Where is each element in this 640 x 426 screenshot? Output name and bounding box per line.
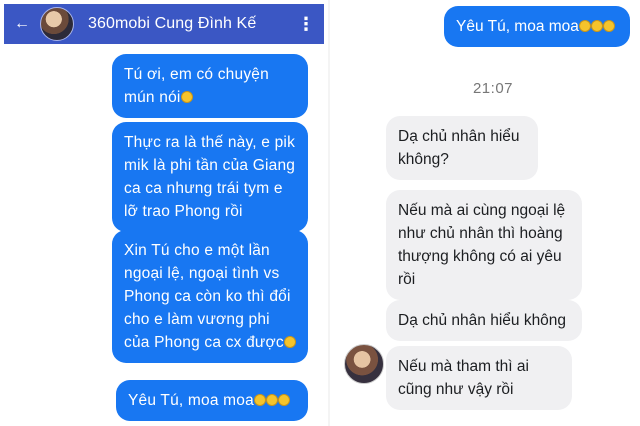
message-bubble[interactable]: Xin Tú cho e một lần ngoại lệ, ngoại tìn…	[112, 230, 308, 363]
chat-header: ← 360mobi Cung Đình Kế ⋮	[4, 4, 324, 44]
message-text: Yêu Tú, moa moa	[128, 392, 254, 409]
message-text: Tú ơi, em có chuyện mún nói	[124, 66, 269, 106]
right-chat-panel: Yêu Tú, moa moa 21:07 Dạ chủ nhân hiểu k…	[330, 0, 640, 426]
message-bubble[interactable]: Dạ chủ nhân hiểu không?	[386, 116, 538, 180]
emoji-icon	[277, 394, 290, 406]
emoji-icon	[265, 394, 278, 406]
avatar[interactable]	[40, 7, 74, 41]
message-text: Thực ra là thế này, e pik mik là phi tần…	[124, 134, 296, 220]
message-text: Dạ chủ nhân hiểu không	[398, 312, 567, 329]
back-arrow-icon[interactable]: ←	[8, 15, 36, 33]
more-vertical-icon[interactable]: ⋮	[294, 14, 318, 35]
message-bubble[interactable]: Thực ra là thế này, e pik mik là phi tần…	[112, 122, 308, 232]
message-bubble[interactable]: Yêu Tú, moa moa	[444, 6, 630, 47]
left-chat-panel: ← 360mobi Cung Đình Kế ⋮ Tú ơi, em có ch…	[0, 0, 328, 426]
message-text: Nếu mà ai cùng ngoại lệ như chủ nhân thì…	[398, 202, 566, 288]
message-bubble[interactable]: Dạ chủ nhân hiểu không	[386, 300, 582, 341]
emoji-icon	[283, 336, 296, 348]
timestamp: 21:07	[472, 80, 514, 97]
message-text: Dạ chủ nhân hiểu không?	[398, 128, 520, 168]
emoji-icon	[590, 20, 603, 32]
message-text: Nếu mà tham thì ai cũng như vậy rồi	[398, 358, 529, 398]
message-bubble[interactable]: Nếu mà tham thì ai cũng như vậy rồi	[386, 346, 572, 410]
message-text: Yêu Tú, moa moa	[456, 18, 579, 35]
emoji-icon	[578, 20, 591, 32]
message-bubble[interactable]: Nếu mà ai cùng ngoại lệ như chủ nhân thì…	[386, 190, 582, 300]
emoji-icon	[253, 394, 266, 406]
message-bubble[interactable]: Tú ơi, em có chuyện mún nói	[112, 54, 308, 118]
emoji-icon	[180, 91, 193, 103]
avatar[interactable]	[344, 344, 384, 384]
message-text: Xin Tú cho e một lần ngoại lệ, ngoại tìn…	[124, 242, 291, 351]
message-bubble[interactable]: Yêu Tú, moa moa	[116, 380, 308, 421]
chat-title[interactable]: 360mobi Cung Đình Kế	[88, 15, 294, 33]
emoji-icon	[602, 20, 615, 32]
